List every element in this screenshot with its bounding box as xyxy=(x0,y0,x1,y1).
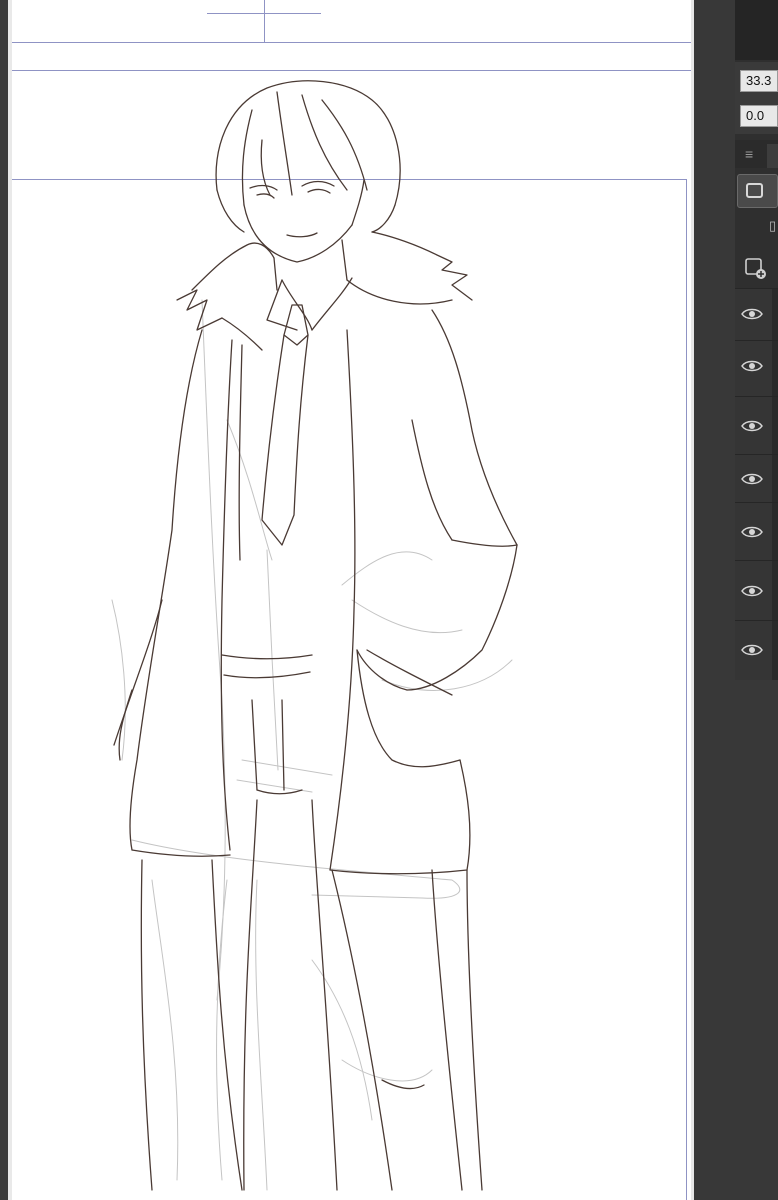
canvas-scroll-gutter[interactable] xyxy=(691,0,735,1200)
panel-tab-bar: ≡ xyxy=(735,140,778,168)
panel-header xyxy=(735,0,778,60)
layer-row[interactable] xyxy=(735,560,778,621)
layer-row[interactable] xyxy=(735,340,778,397)
layer-row[interactable] xyxy=(735,396,778,455)
canvas-right-border xyxy=(691,0,694,1200)
drawing-canvas[interactable] xyxy=(12,0,691,1200)
rectangle-select-tool-button[interactable] xyxy=(737,174,778,208)
layer-thumbnail-edge xyxy=(772,289,778,341)
eye-icon[interactable] xyxy=(741,584,763,598)
layer-thumbnail-edge xyxy=(772,455,778,503)
right-tool-panel: 33.3 0.0 ≡ ▯ xyxy=(735,0,778,1200)
eye-icon[interactable] xyxy=(741,525,763,539)
layer-thumbnail-edge xyxy=(772,561,778,621)
left-panel-edge xyxy=(0,0,8,1200)
layer-row[interactable] xyxy=(735,502,778,561)
eye-icon[interactable] xyxy=(741,643,763,657)
new-layer-icon[interactable] xyxy=(745,258,767,280)
panel-tab-active[interactable] xyxy=(767,144,778,168)
layer-thumbnail-edge xyxy=(772,341,778,397)
rectangle-select-icon xyxy=(746,183,763,198)
hamburger-menu-icon[interactable]: ≡ xyxy=(745,146,753,162)
eye-icon[interactable] xyxy=(741,307,763,321)
clipboard-icon[interactable]: ▯ xyxy=(769,218,776,234)
tool-property-group: 33.3 0.0 xyxy=(735,62,778,134)
character-sketch xyxy=(111,80,518,1191)
property-value-field-two[interactable]: 0.0 xyxy=(740,105,778,127)
layer-thumbnail-edge xyxy=(772,621,778,681)
property-value-field-one[interactable]: 33.3 xyxy=(740,70,778,92)
layer-thumbnail-edge xyxy=(772,397,778,455)
eye-icon[interactable] xyxy=(741,472,763,486)
layer-list-empty-area xyxy=(735,680,778,1200)
eye-icon[interactable] xyxy=(741,419,763,433)
layer-row[interactable] xyxy=(735,288,778,341)
eye-icon[interactable] xyxy=(741,359,763,373)
layer-thumbnail-edge xyxy=(772,503,778,561)
layer-row[interactable] xyxy=(735,454,778,503)
layer-row[interactable] xyxy=(735,620,778,681)
